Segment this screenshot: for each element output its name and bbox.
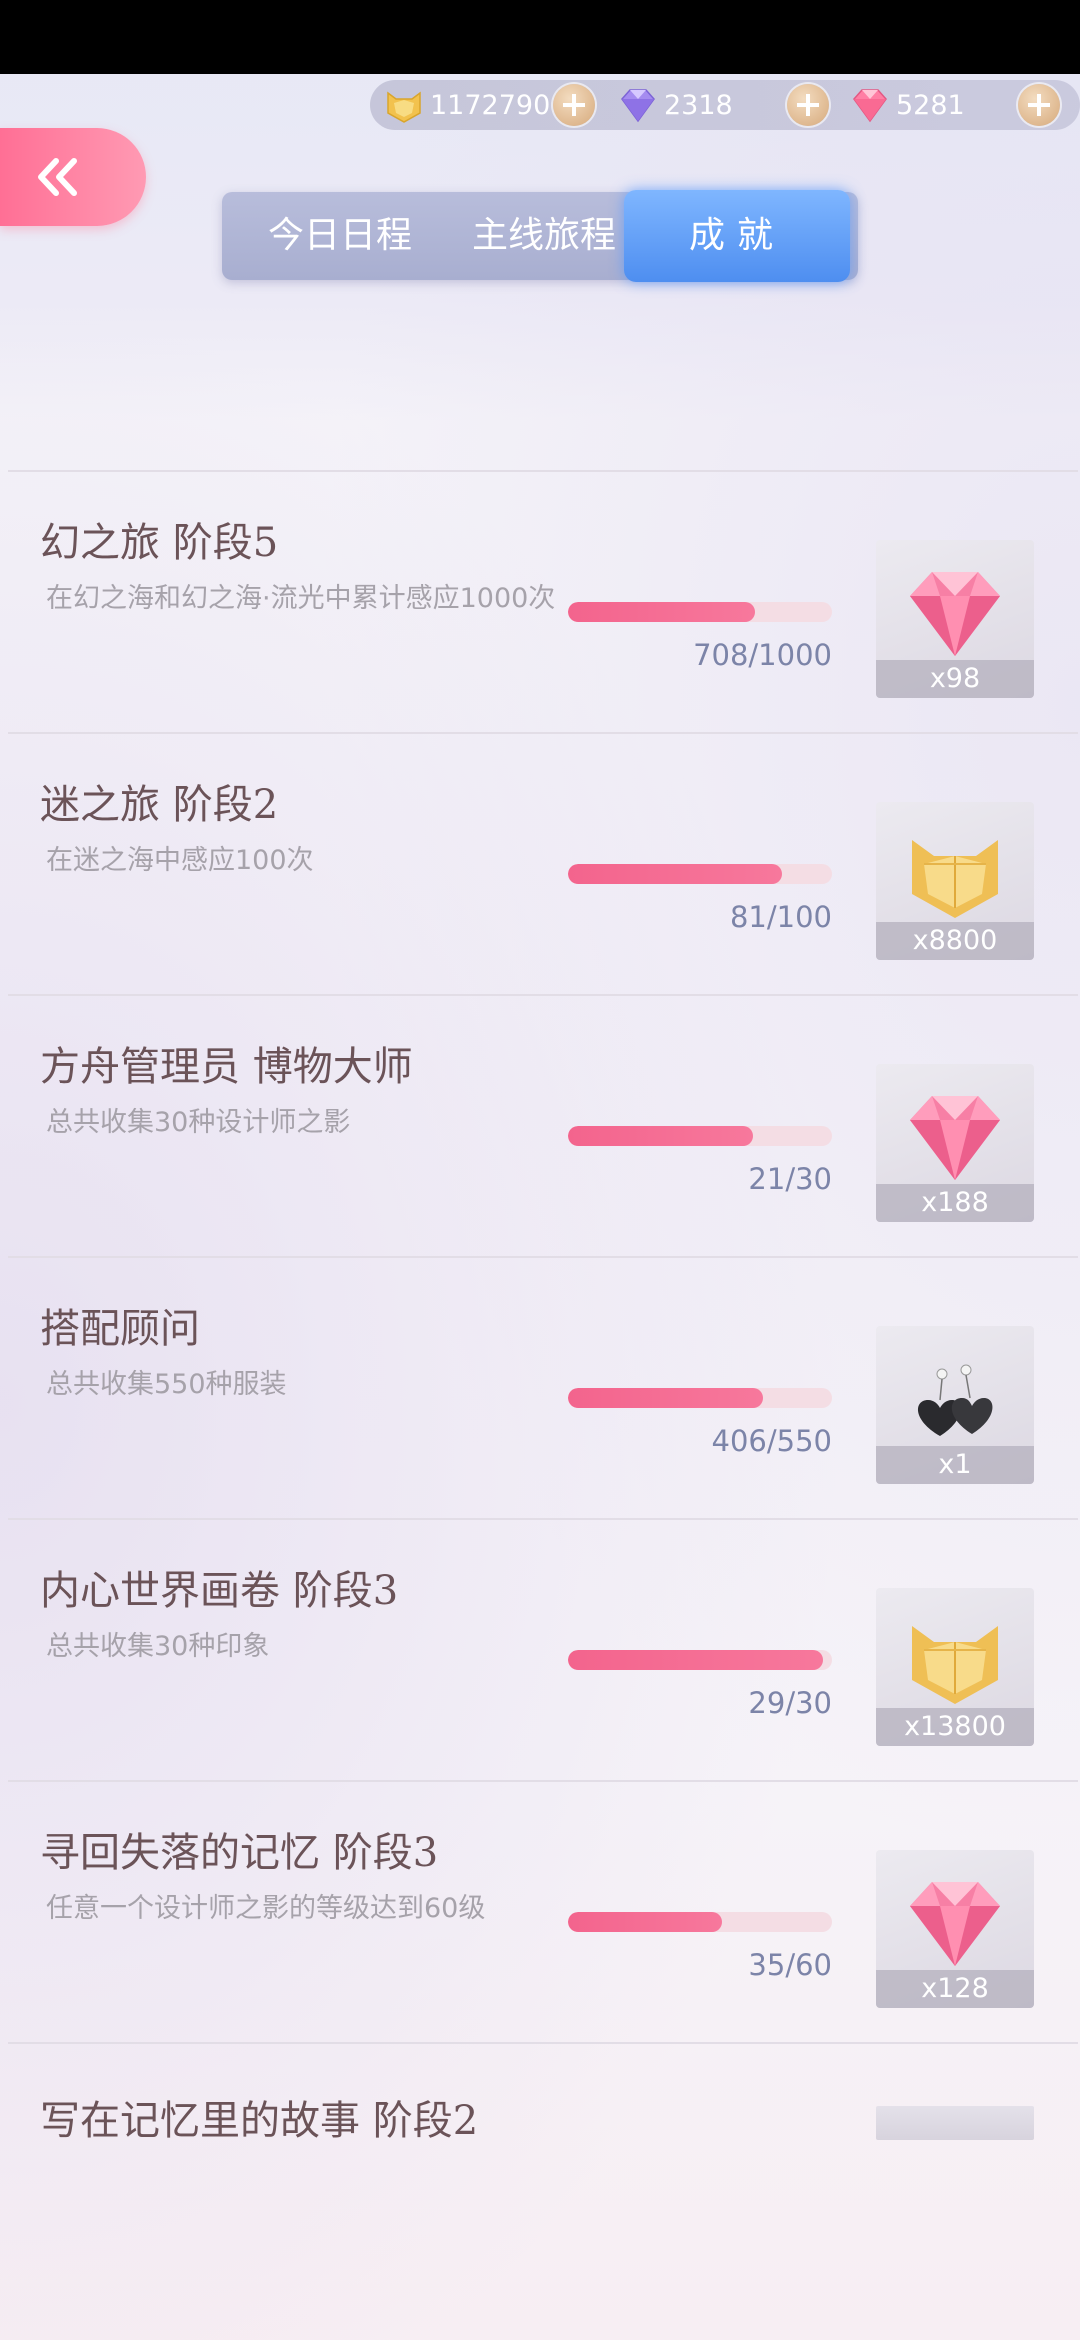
gold-cat-coin-icon [387,91,421,123]
progress-text: 35/60 [748,1948,832,1982]
progress-text: 21/30 [748,1162,832,1196]
achievement-item: 搭配顾问总共收集550种服装 406/550 x1 [0,1258,1080,1520]
achievement-title: 幻之旅 阶段5 [40,520,279,566]
pink-diamond-icon [910,572,1000,656]
double-chevron-left-icon [38,158,77,196]
achievement-title: 写在记忆里的故事 阶段2 [40,2098,479,2144]
progress-text: 406/550 [711,1424,832,1458]
achievement-description: 总共收集550种服装 [46,1369,287,1400]
achievement-item: 迷之旅 阶段2 在迷之海中感应100次 81/100 x8800 [0,734,1080,996]
reward-slot[interactable]: x1 [876,1326,1034,1484]
reward-slot[interactable]: x8800 [876,802,1034,960]
achievement-description: 在幻之海和幻之海·流光中累计感应1000次 [46,583,556,614]
progress-bar-fill [568,864,782,884]
tab-achievements[interactable]: 成就 [624,190,850,282]
gold-cat-coin-icon [912,1626,998,1704]
achievement-title: 方舟管理员 博物大师 [40,1044,413,1090]
achievement-title: 寻回失落的记忆 阶段3 [40,1830,439,1876]
status-bar [0,0,1080,74]
achievement-description: 总共收集30种印象 [46,1631,270,1662]
reward-count: x1 [876,1446,1034,1484]
tab-daily[interactable]: 今日日程 [240,192,440,280]
achievement-description: 总共收集30种设计师之影 [46,1107,351,1138]
achievement-description: 任意一个设计师之影的等级达到60级 [46,1893,486,1924]
gold-amount: 1172790 [430,89,551,121]
progress-bar [568,1388,832,1408]
black-heart-earrings-icon [918,1364,993,1436]
progress-bar [568,1126,832,1146]
reward-slot[interactable]: x98 [876,540,1034,698]
back-button[interactable] [0,128,146,226]
add-gold-button[interactable] [553,84,595,126]
progress-bar-fill [568,1126,753,1146]
add-purple-diamond-button[interactable] [787,84,829,126]
tab-bar: 今日日程 主线旅程 成就 [222,190,858,282]
reward-slot[interactable]: x188 [876,1064,1034,1222]
achievement-item-partial: 写在记忆里的故事 阶段2 [0,2046,1080,2308]
progress-bar [568,1912,832,1932]
tab-main-journey[interactable]: 主线旅程 [444,192,644,280]
achievement-item: 内心世界画卷 阶段3 总共收集30种印象 29/30 x13800 [0,1520,1080,1782]
achievement-description: 在迷之海中感应100次 [46,845,314,876]
progress-bar-fill [568,1388,763,1408]
reward-count: x188 [876,1184,1034,1222]
pink-diamond-icon [910,1096,1000,1180]
pink-diamond-icon [853,89,887,123]
gold-currency: 1172790 [384,80,550,130]
reward-count: x13800 [876,1708,1034,1746]
achievement-item: 幻之旅 阶段5 在幻之海和幻之海·流光中累计感应1000次 708/1000 x98 [0,472,1080,734]
purple-diamond-currency: 2318 [618,80,733,130]
achievement-title: 内心世界画卷 阶段3 [40,1568,399,1614]
progress-bar-fill [568,602,755,622]
achievement-title: 迷之旅 阶段2 [40,782,279,828]
reward-slot-partial[interactable] [876,2106,1034,2140]
achievement-item: 寻回失落的记忆 阶段3 任意一个设计师之影的等级达到60级 35/60 x128 [0,1782,1080,2044]
progress-bar-fill [568,1912,722,1932]
reward-count: x128 [876,1970,1034,2008]
reward-count: x98 [876,660,1034,698]
progress-bar-fill [568,1650,824,1670]
progress-bar [568,1650,832,1670]
gold-cat-coin-icon [912,840,998,918]
progress-text: 708/1000 [693,638,832,672]
progress-bar [568,602,832,622]
divider [8,2042,1078,2044]
achievement-title: 搭配顾问 [40,1306,200,1352]
reward-count: x8800 [876,922,1034,960]
purple-diamond-amount: 2318 [664,89,733,121]
progress-bar [568,864,832,884]
progress-text: 29/30 [748,1686,832,1720]
reward-slot[interactable]: x128 [876,1850,1034,2008]
progress-text: 81/100 [729,900,832,934]
currency-bar: 1172790 2318 5281 [370,80,1080,130]
pink-diamond-icon [910,1882,1000,1966]
purple-diamond-icon [621,89,655,123]
pink-diamond-currency: 5281 [850,80,965,130]
add-pink-diamond-button[interactable] [1018,84,1060,126]
reward-slot[interactable]: x13800 [876,1588,1034,1746]
pink-diamond-amount: 5281 [896,89,965,121]
achievement-item: 方舟管理员 博物大师总共收集30种设计师之影 21/30 x188 [0,996,1080,1258]
